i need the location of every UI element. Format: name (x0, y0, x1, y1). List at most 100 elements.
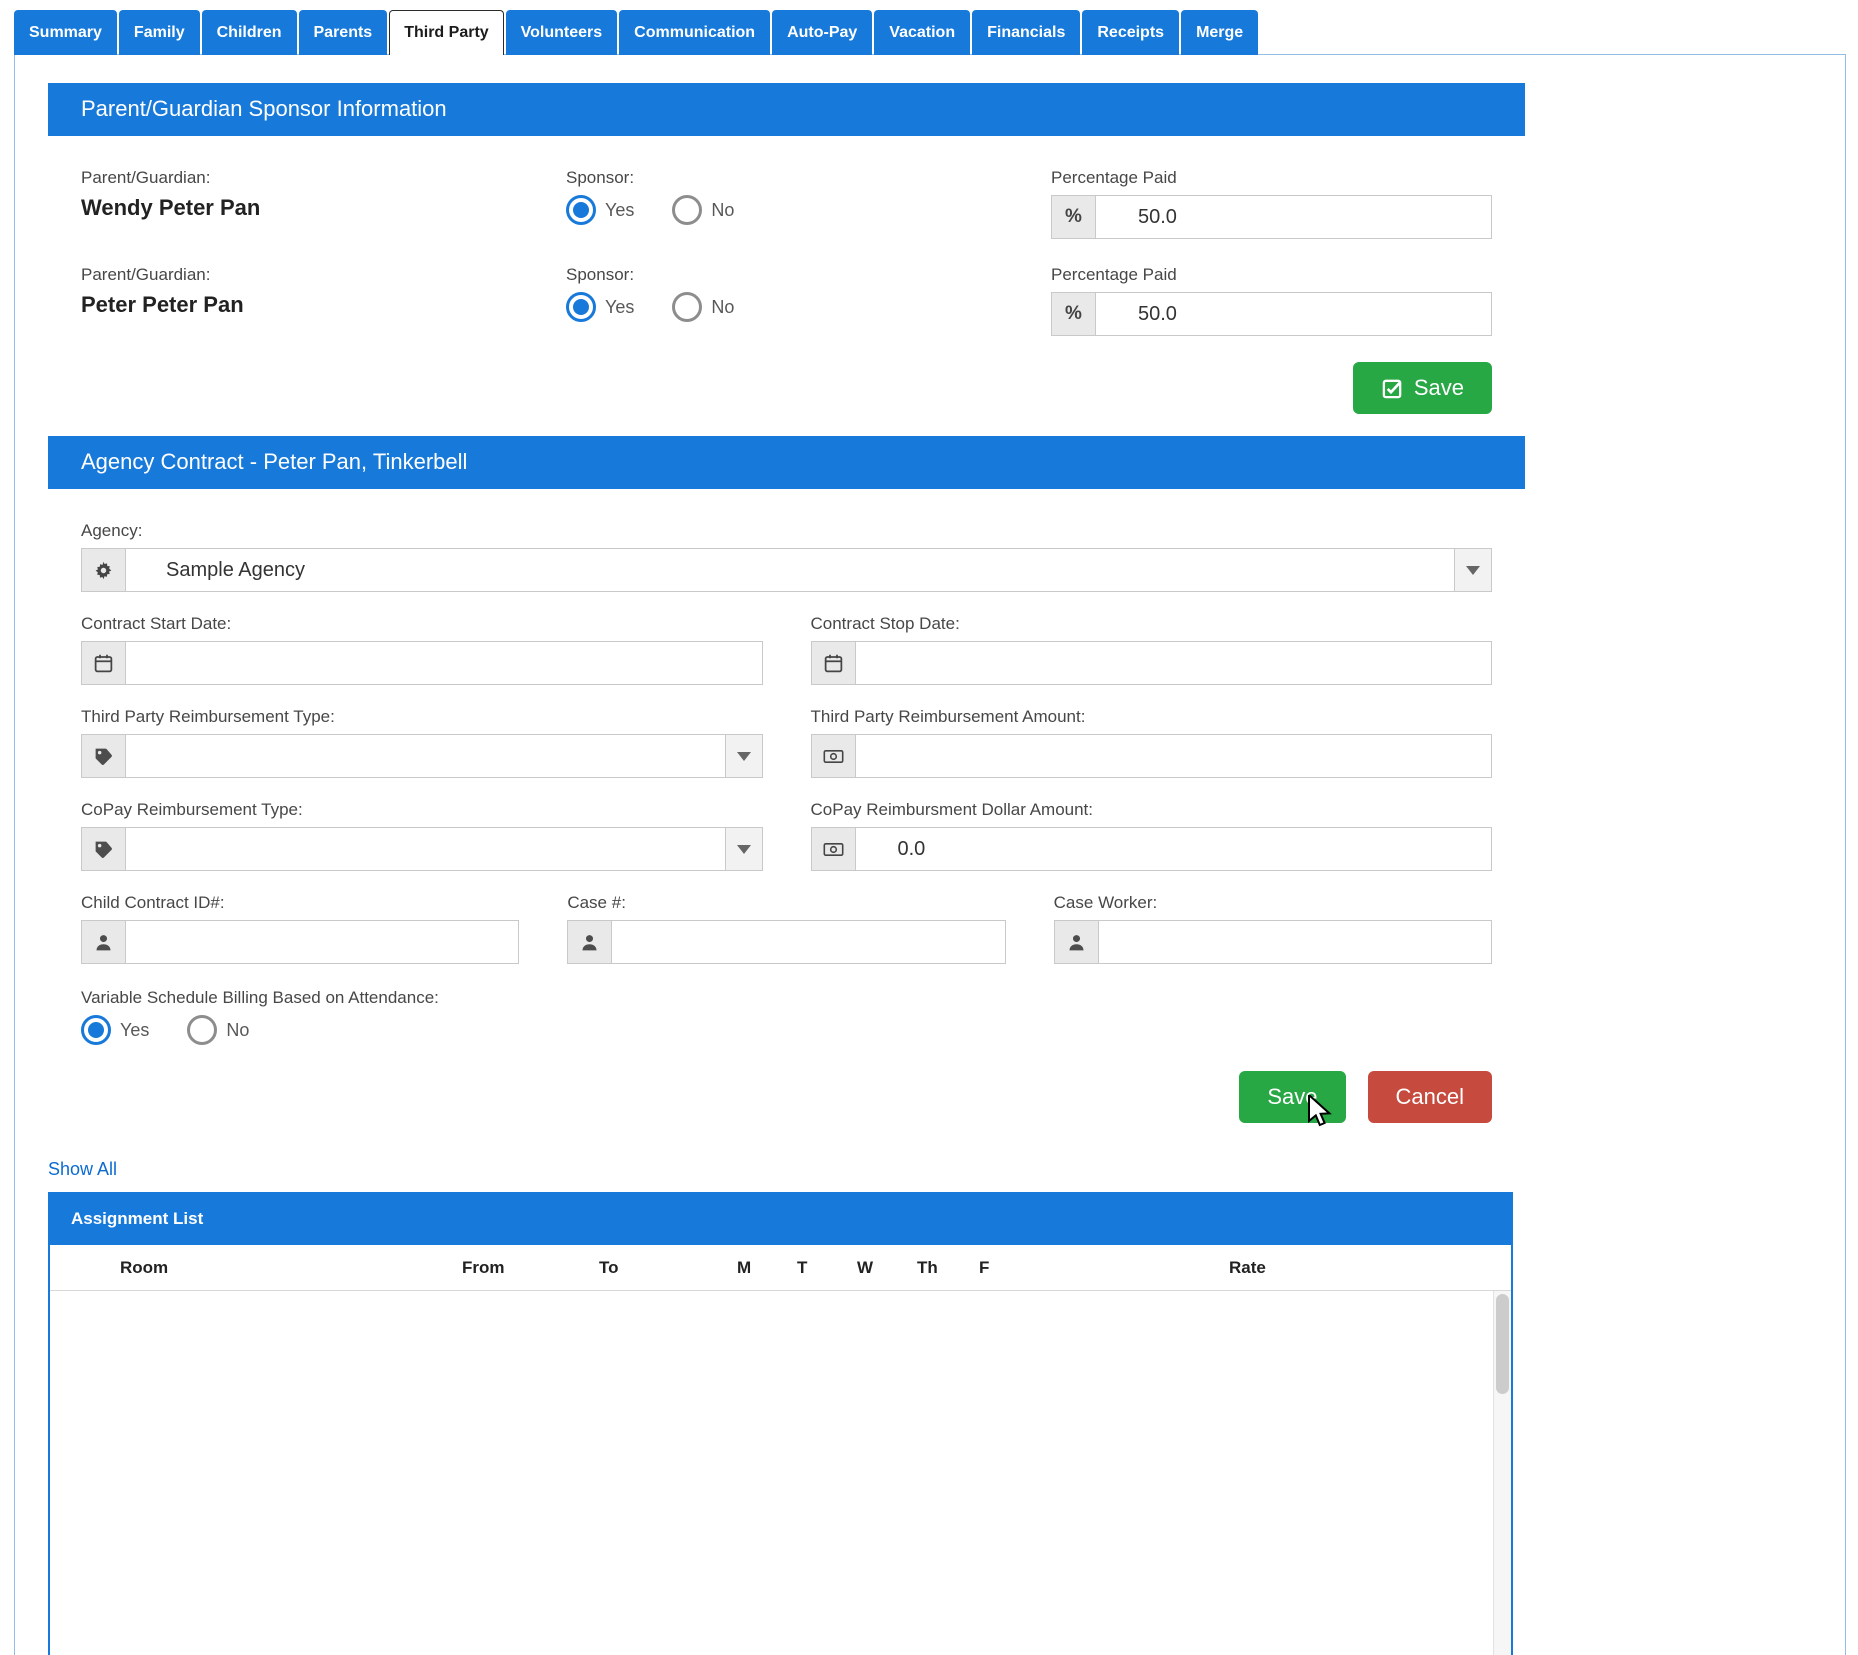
copay-reimb-amount-label: CoPay Reimbursment Dollar Amount: (810, 800, 1094, 819)
variable-billing-no-label: No (226, 1019, 250, 1040)
person-icon (82, 921, 126, 963)
contract-start-input[interactable] (126, 642, 762, 684)
tab-receipts[interactable]: Receipts (1082, 10, 1180, 55)
agency-panel-body: Agency: Sample Agency Contract Start Dat… (48, 489, 1525, 1135)
column-room: Room (120, 1257, 169, 1277)
tag-icon (82, 735, 126, 777)
sponsor-save-label: Save (1413, 375, 1464, 400)
variable-billing-field: Variable Schedule Billing Based on Atten… (81, 988, 1492, 1045)
column-wednesday: W (857, 1257, 874, 1277)
scrollbar-thumb[interactable] (1496, 1294, 1509, 1394)
contract-start-label: Contract Start Date: (81, 614, 232, 633)
agency-selected-value[interactable]: Sample Agency (126, 549, 1454, 591)
tab-vacation[interactable]: Vacation (874, 10, 971, 55)
sponsor-yes-radio[interactable] (566, 195, 596, 225)
contract-stop-input[interactable] (855, 642, 1491, 684)
page: Summary Family Children Parents Third Pa… (0, 0, 1858, 1655)
tab-financials[interactable]: Financials (972, 10, 1081, 55)
show-all-link[interactable]: Show All (48, 1159, 117, 1180)
column-rate: Rate (1229, 1257, 1266, 1277)
sponsor-label: Sponsor: (566, 265, 635, 284)
sponsor-label: Sponsor: (566, 168, 635, 187)
percentage-paid-input[interactable] (1096, 196, 1491, 238)
variable-billing-radio-group: Yes No (81, 1015, 1492, 1045)
tab-bar: Summary Family Children Parents Third Pa… (14, 10, 1846, 55)
money-bill-icon (811, 828, 856, 870)
child-contract-id-input[interactable] (126, 921, 519, 963)
sponsor-yes-label: Yes (605, 296, 635, 317)
tab-family[interactable]: Family (118, 10, 200, 55)
sponsor-yes-radio[interactable] (566, 292, 596, 322)
variable-billing-yes-label: Yes (120, 1019, 150, 1040)
percentage-paid-group: % (1051, 292, 1492, 336)
tab-third-party[interactable]: Third Party (389, 10, 504, 55)
tab-communication[interactable]: Communication (619, 10, 771, 55)
check-square-icon (1382, 379, 1402, 398)
copay-reimb-type-dropdown-button[interactable] (724, 828, 762, 870)
sponsor-row-2: Parent/Guardian: Peter Peter Pan Sponsor… (81, 265, 1492, 336)
agency-save-label: Save (1267, 1084, 1318, 1109)
caret-down-icon (1466, 565, 1480, 575)
copay-reimb-type-select[interactable] (81, 827, 763, 871)
guardian-label: Parent/Guardian: (81, 168, 211, 187)
tab-parents[interactable]: Parents (298, 10, 388, 55)
variable-billing-yes-radio[interactable] (81, 1015, 111, 1045)
agency-select[interactable]: Sample Agency (81, 548, 1492, 592)
agency-save-button[interactable]: Save (1239, 1071, 1346, 1123)
tab-volunteers[interactable]: Volunteers (505, 10, 618, 55)
agency-cancel-button[interactable]: Cancel (1367, 1071, 1492, 1123)
tp-reimb-type-dropdown-button[interactable] (724, 735, 762, 777)
caret-down-icon (736, 844, 751, 854)
sponsor-yes-label: Yes (605, 199, 635, 220)
sponsor-no-radio[interactable] (672, 292, 703, 322)
tag-icon (82, 828, 126, 870)
case-number-input[interactable] (612, 921, 1005, 963)
sponsor-save-button[interactable]: Save (1352, 362, 1492, 414)
contract-stop-label: Contract Stop Date: (810, 614, 960, 633)
child-contract-id-label: Child Contract ID#: (81, 893, 225, 912)
tab-auto-pay[interactable]: Auto-Pay (772, 10, 873, 55)
money-bill-icon (811, 735, 856, 777)
vertical-scrollbar[interactable] (1493, 1291, 1511, 1655)
agency-label: Agency: (81, 521, 143, 540)
tab-summary[interactable]: Summary (14, 10, 117, 55)
case-number-label: Case #: (567, 893, 626, 912)
percentage-paid-input[interactable] (1096, 293, 1491, 335)
variable-billing-no-radio[interactable] (187, 1015, 218, 1045)
child-contract-id-field: Child Contract ID#: (81, 893, 520, 964)
tp-reimb-type-select[interactable] (81, 734, 763, 778)
agency-dropdown-button[interactable] (1454, 549, 1491, 591)
assignment-list-title: Assignment List (71, 1209, 204, 1228)
assignment-table-header: Room From To M T W Th F Rate (50, 1245, 1511, 1291)
guardian-name: Peter Peter Pan (81, 292, 244, 317)
case-worker-input[interactable] (1098, 921, 1491, 963)
agency-panel-title: Agency Contract - Peter Pan, Tinkerbell (48, 436, 1525, 489)
sponsor-radio-group: Yes No (566, 292, 1051, 322)
contract-stop-field: Contract Stop Date: (810, 614, 1492, 685)
case-worker-label: Case Worker: (1053, 893, 1158, 912)
column-friday: F (979, 1257, 990, 1277)
assignment-list-panel: Assignment List Room From To M T W Th F … (48, 1192, 1513, 1655)
percentage-paid-label: Percentage Paid (1051, 168, 1177, 187)
person-icon (1054, 921, 1099, 963)
column-from: From (462, 1257, 505, 1277)
tab-children[interactable]: Children (201, 10, 297, 55)
tp-reimb-amount-field: Third Party Reimbursement Amount: (810, 707, 1492, 778)
copay-reimb-type-value[interactable] (126, 828, 725, 870)
tp-reimb-type-field: Third Party Reimbursement Type: (81, 707, 763, 778)
percent-icon: % (1052, 293, 1096, 335)
column-monday: M (737, 1257, 752, 1277)
percent-icon: % (1052, 196, 1096, 238)
copay-reimb-amount-input[interactable] (855, 828, 1491, 870)
caret-down-icon (736, 751, 751, 761)
case-number-field: Case #: (567, 893, 1006, 964)
variable-billing-label: Variable Schedule Billing Based on Atten… (81, 988, 439, 1007)
tp-reimb-amount-input[interactable] (855, 735, 1491, 777)
tab-merge[interactable]: Merge (1181, 10, 1259, 55)
column-to: To (599, 1257, 619, 1277)
tp-reimb-type-value[interactable] (126, 735, 725, 777)
sponsor-no-radio[interactable] (672, 195, 703, 225)
assignment-table-body (50, 1291, 1511, 1655)
copay-reimb-amount-field: CoPay Reimbursment Dollar Amount: (810, 800, 1492, 871)
tab-content: Parent/Guardian Sponsor Information Pare… (14, 54, 1846, 1655)
